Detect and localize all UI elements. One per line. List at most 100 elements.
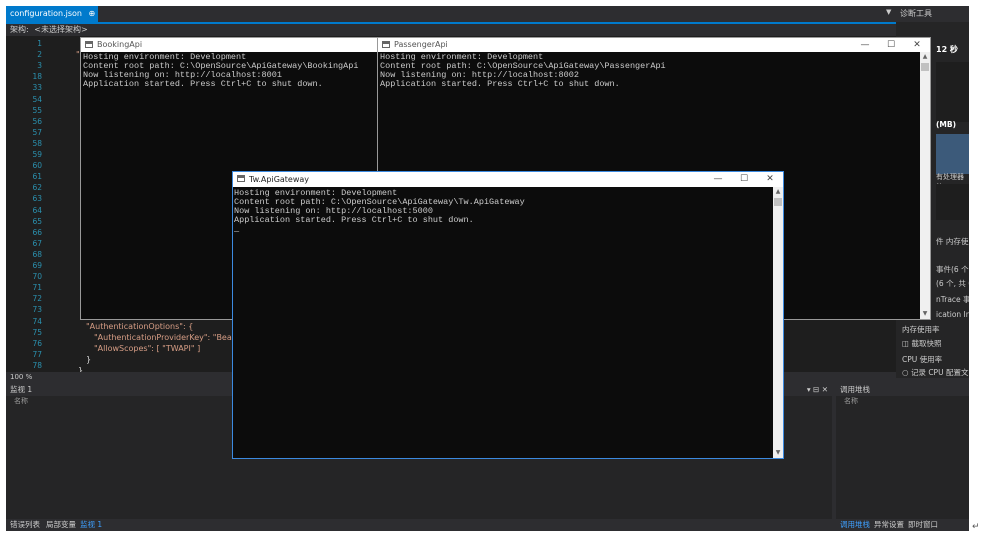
line-number: 33 (32, 83, 42, 93)
document-tab-configuration[interactable]: configuration.json ⊕ ✕ (6, 6, 98, 34)
record-cpu-button[interactable]: ○ 记录 CPU 配置文 (902, 367, 968, 378)
booking-api-titlebar[interactable]: BookingApi (81, 38, 377, 52)
navigation-bar: 架构: <未选择架构> (6, 24, 906, 36)
console-icon (237, 175, 245, 182)
cpu-graph (936, 184, 969, 220)
page-mark: ↵ (972, 522, 980, 532)
tab-watch-1[interactable]: 监视 1 (80, 519, 102, 531)
tab-overflow-icon[interactable]: ▼ (886, 8, 891, 16)
scroll-down-icon[interactable]: ▼ (920, 309, 930, 319)
code-line-76: "AllowScopes": [ "TWAPI" ] (94, 344, 201, 353)
timer-label: 12 秒 (936, 45, 958, 54)
api-gateway-titlebar[interactable]: Tw.ApiGateway — ☐ ✕ (233, 172, 783, 187)
line-number: 78 (32, 360, 42, 370)
tab-exception-settings[interactable]: 异常设置 (874, 519, 904, 531)
scroll-thumb[interactable] (774, 198, 782, 206)
line-number: 73 (32, 305, 42, 315)
code-line-77: } (86, 355, 92, 364)
events-count-2: (6 个, 共 6 (936, 279, 969, 288)
bottom-tool-tabs: 错误列表 局部变量 监视 1 调用堆栈 异常设置 即时窗口 (6, 519, 969, 531)
line-number: 65 (32, 216, 42, 226)
schema-dropdown[interactable]: <未选择架构> (34, 25, 87, 34)
line-number: 70 (32, 272, 42, 282)
console-icon (382, 41, 390, 48)
tab-error-list[interactable]: 错误列表 (10, 519, 40, 531)
api-gateway-console[interactable]: Tw.ApiGateway — ☐ ✕ Hosting environment:… (232, 171, 784, 459)
zoom-level[interactable]: 100 % (10, 373, 32, 381)
tab-immediate-window[interactable]: 即时窗口 (908, 519, 938, 531)
maximize-button[interactable]: ☐ (878, 38, 904, 52)
line-number: 3 (37, 61, 42, 71)
line-number: 77 (32, 349, 42, 359)
call-stack-panel-title: 调用堆栈 (836, 384, 969, 396)
line-number: 57 (32, 127, 42, 137)
memory-graph-label: (MB) (936, 120, 957, 129)
line-number-gutter: 1 2 3 18 33 54 55 56 57 58 59 60 61 62 63 64 65 66 67 68 69 7… (6, 36, 54, 374)
schema-label: 架构: (10, 25, 29, 34)
scroll-up-icon[interactable]: ▲ (773, 187, 783, 197)
window-controls: — ☐ ✕ (852, 38, 930, 52)
api-gateway-title: Tw.ApiGateway (249, 175, 310, 184)
maximize-button[interactable]: ☐ (731, 172, 757, 186)
passenger-api-title: PassengerApi (394, 40, 448, 49)
document-tab-bar: configuration.json ⊕ ✕ ▼ 诊断工具 (6, 6, 969, 34)
line-number: 2 (37, 50, 42, 60)
line-number: 61 (32, 172, 42, 182)
call-stack-panel: 调用堆栈 名称 (836, 384, 969, 519)
line-number: 67 (32, 238, 42, 248)
line-number: 72 (32, 294, 42, 304)
document-tab-title: configuration.json (10, 9, 82, 18)
gateway-scrollbar[interactable]: ▲ ▼ (773, 187, 783, 458)
line-number: 59 (32, 150, 42, 159)
close-button[interactable]: ✕ (904, 38, 930, 52)
panel-tabs[interactable]: 件 内存使用 (936, 236, 969, 247)
call-stack-name-column: 名称 (844, 397, 858, 405)
passenger-scrollbar[interactable]: ▲ ▼ (920, 52, 930, 319)
pin-icon[interactable]: ⊕ (89, 9, 96, 18)
line-number: 60 (32, 161, 42, 171)
line-number: 58 (32, 138, 42, 148)
scroll-down-icon[interactable]: ▼ (773, 448, 783, 458)
tab-call-stack[interactable]: 调用堆栈 (840, 519, 870, 531)
line-number: 18 (32, 72, 42, 82)
scroll-up-icon[interactable]: ▲ (920, 52, 930, 62)
window-controls: — ☐ ✕ (705, 172, 783, 186)
graph-area (936, 62, 969, 122)
scroll-thumb[interactable] (921, 63, 929, 71)
line-number: 54 (32, 94, 42, 104)
line-number: 56 (32, 116, 42, 126)
line-number: 69 (32, 261, 42, 270)
api-gateway-output: Hosting environment: Development Content… (234, 189, 772, 458)
take-snapshot-label: 截取快照 (911, 339, 942, 348)
booking-api-title: BookingApi (97, 40, 143, 49)
camera-icon: ◫ (902, 339, 910, 348)
record-icon: ○ (902, 368, 909, 377)
tab-locals[interactable]: 局部变量 (46, 519, 76, 531)
passenger-api-titlebar[interactable]: PassengerApi — ☐ ✕ (378, 38, 930, 52)
line-number: 76 (32, 338, 42, 348)
panel-controls[interactable]: ▾ ⊟ ✕ (807, 384, 828, 396)
line-number: 62 (32, 183, 42, 193)
minimize-button[interactable]: — (852, 38, 878, 52)
line-number: 63 (32, 194, 42, 204)
line-number: 66 (32, 227, 42, 237)
events-count-1: 事件(6 个, (936, 265, 969, 274)
watch-panel-title: 监视 1 (10, 385, 33, 394)
close-button[interactable]: ✕ (757, 172, 783, 186)
console-line: Application started. Press Ctrl+C to shu… (234, 215, 474, 225)
take-snapshot-button[interactable]: ◫ 截取快照 (902, 338, 941, 349)
minimize-button[interactable]: — (705, 172, 731, 186)
memory-graph (936, 134, 969, 174)
console-cursor: _ (234, 224, 240, 234)
console-line: Application started. Press Ctrl+C to shu… (83, 79, 323, 89)
code-line-74: "AuthenticationOptions": { (86, 322, 194, 331)
line-number: 55 (32, 105, 42, 115)
line-number: 71 (32, 283, 42, 293)
record-cpu-label: 记录 CPU 配置文 (910, 368, 969, 377)
app-insights: ication Insig (936, 310, 969, 319)
console-line: Application started. Press Ctrl+C to shu… (380, 79, 620, 89)
line-number: 1 (37, 39, 42, 48)
trace-events: nTrace 事件( (936, 295, 969, 304)
diagnostic-tools-title: 诊断工具 (900, 9, 932, 18)
console-icon (85, 41, 93, 48)
